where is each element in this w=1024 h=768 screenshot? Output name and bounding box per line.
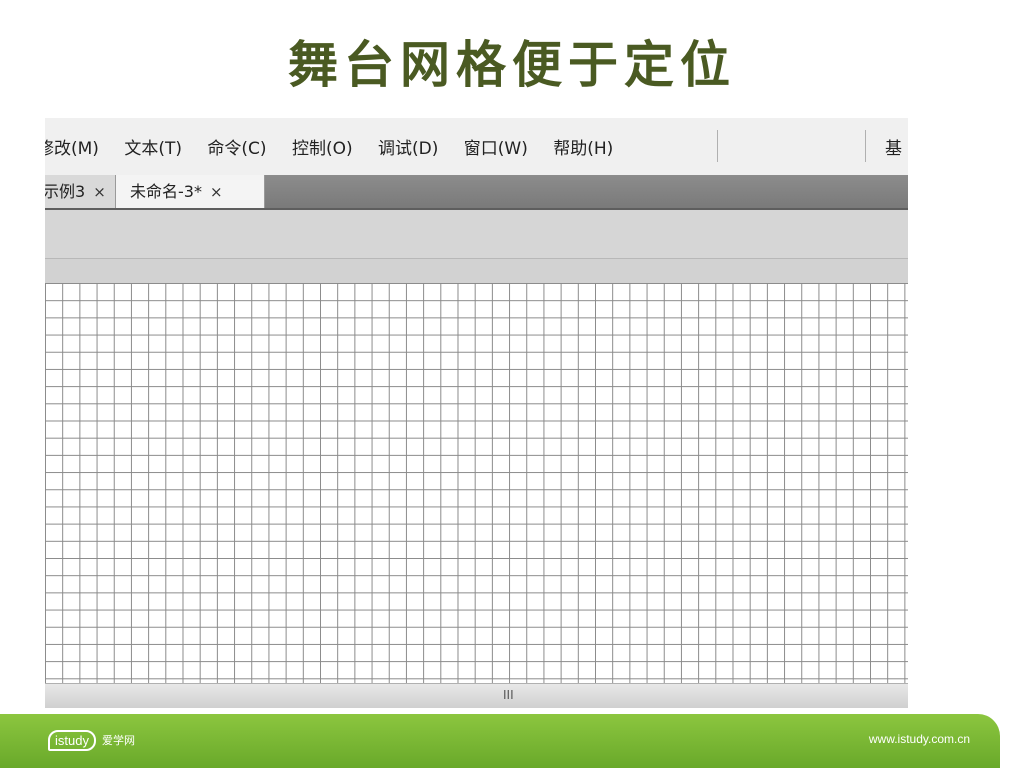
tab-label: 未命名-3* bbox=[130, 182, 202, 201]
slide-title: 舞台网格便于定位 bbox=[288, 35, 736, 94]
scroll-grip-icon[interactable]: III bbox=[503, 688, 514, 702]
footer-edge bbox=[1000, 714, 1024, 768]
close-icon[interactable]: × bbox=[210, 176, 223, 209]
menu-control[interactable]: 控制(O) bbox=[292, 134, 353, 159]
workspace-switcher[interactable]: 基 bbox=[885, 134, 902, 159]
menu-text[interactable]: 文本(T) bbox=[124, 134, 182, 159]
footer-url: www.istudy.com.cn bbox=[868, 732, 970, 746]
edit-bar bbox=[45, 210, 908, 259]
menu-window[interactable]: 窗口(W) bbox=[464, 134, 528, 159]
ruler-strip bbox=[45, 259, 908, 283]
menu-modify[interactable]: 修改(M) bbox=[45, 134, 99, 159]
istudy-logo: istudy 爱学网 bbox=[48, 724, 135, 756]
stage-grid[interactable] bbox=[45, 283, 908, 683]
logo-brand: istudy bbox=[48, 729, 96, 751]
menu-separator bbox=[717, 130, 718, 162]
menu-commands[interactable]: 命令(C) bbox=[207, 134, 266, 159]
document-tab-bar: 示例3 × 未命名-3* × bbox=[45, 175, 908, 210]
close-icon[interactable]: × bbox=[93, 176, 106, 209]
menu-separator bbox=[865, 130, 866, 162]
slide: 舞台网格便于定位 修改(M) 文本(T) 命令(C) 控制(O) 调试(D) 窗… bbox=[0, 0, 1024, 768]
menu-items: 修改(M) 文本(T) 命令(C) 控制(O) 调试(D) 窗口(W) 帮助(H… bbox=[45, 134, 633, 159]
tab-untitled-3[interactable]: 未命名-3* × bbox=[115, 175, 265, 208]
menu-help[interactable]: 帮助(H) bbox=[553, 134, 613, 159]
logo-cn: 爱学网 bbox=[101, 734, 135, 747]
footer-bar: istudy 爱学网 www.istudy.com.cn bbox=[0, 714, 1000, 768]
horizontal-scrollbar[interactable]: III bbox=[45, 683, 908, 708]
menu-debug[interactable]: 调试(D) bbox=[378, 134, 438, 159]
tab-label: 示例3 bbox=[45, 182, 86, 201]
menu-bar: 修改(M) 文本(T) 命令(C) 控制(O) 调试(D) 窗口(W) 帮助(H… bbox=[45, 118, 908, 176]
app-screenshot: 修改(M) 文本(T) 命令(C) 控制(O) 调试(D) 窗口(W) 帮助(H… bbox=[45, 118, 908, 708]
tab-example3[interactable]: 示例3 × bbox=[45, 175, 118, 208]
